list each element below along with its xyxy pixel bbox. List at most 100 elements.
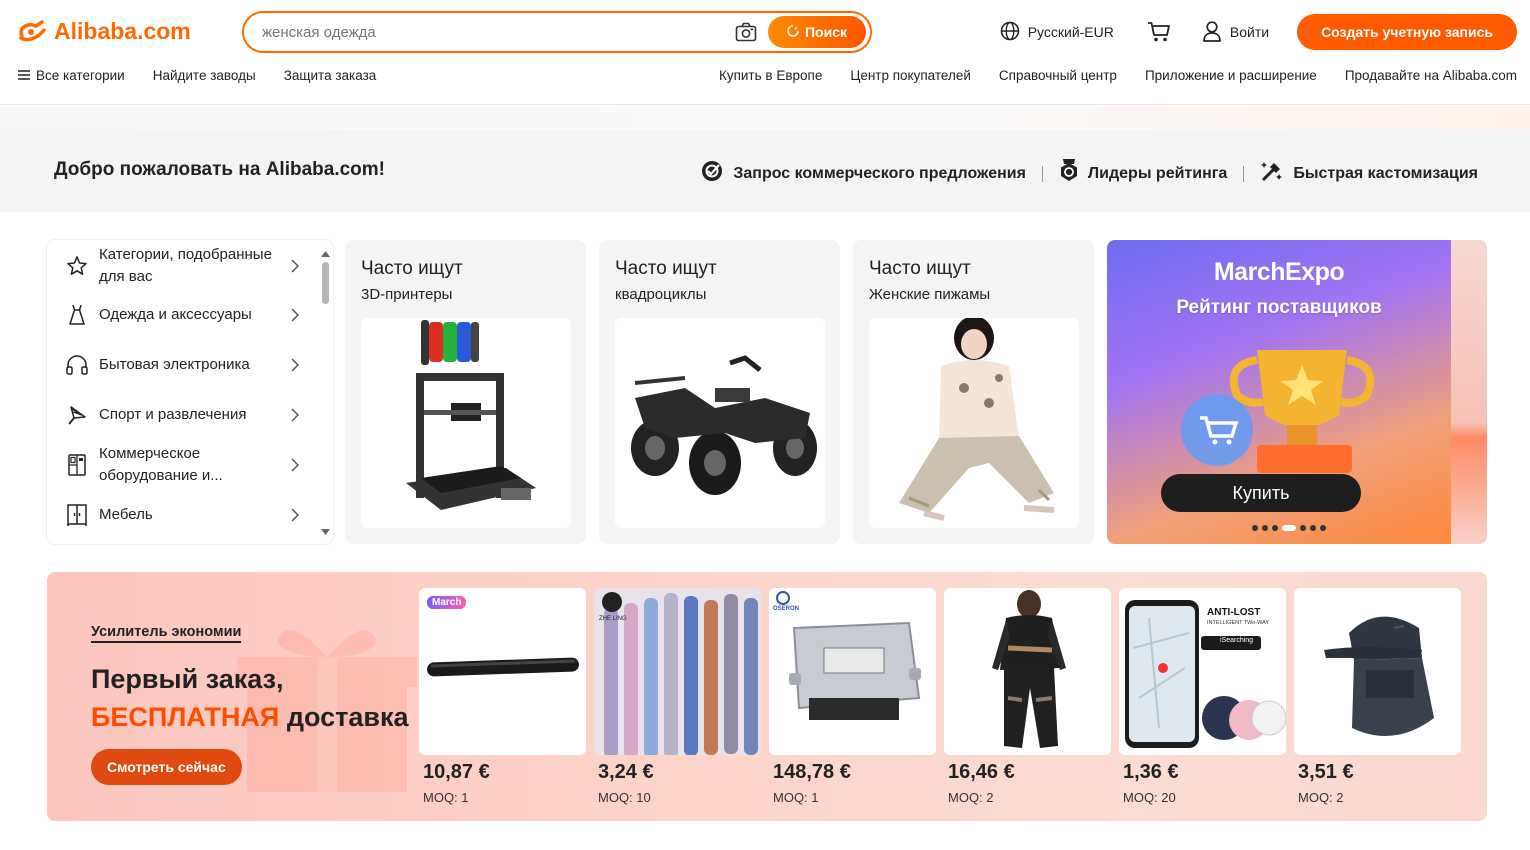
language-selector[interactable]: Русский-EUR bbox=[1000, 21, 1114, 44]
tracker-title: ANTI-LOST bbox=[1207, 607, 1261, 618]
order-protection-link[interactable]: Защита заказа bbox=[284, 68, 377, 83]
trending-subtitle: квадроциклы bbox=[615, 286, 707, 303]
trending-card-pajamas[interactable]: Часто ищут Женские пижамы bbox=[853, 240, 1094, 544]
carousel-dot[interactable] bbox=[1272, 525, 1278, 531]
header: Alibaba.com Поиск Русский-EUR Войти bbox=[0, 0, 1530, 105]
category-item-electronics[interactable]: Бытовая электроника bbox=[63, 343, 303, 387]
trending-subtitle: Женские пижамы bbox=[869, 286, 991, 303]
all-categories-link[interactable]: Все категории bbox=[18, 68, 125, 83]
trending-card-3d-printers[interactable]: Часто ищут 3D-принтеры bbox=[345, 240, 586, 544]
trending-title: Часто ищут bbox=[361, 258, 463, 279]
chevron-right-icon bbox=[287, 408, 303, 422]
product-moq: MOQ: 2 bbox=[1298, 790, 1344, 805]
rfq-link[interactable]: Запрос коммерческого предложения bbox=[700, 159, 1026, 188]
carousel-dot[interactable] bbox=[1320, 525, 1326, 531]
user-icon bbox=[1202, 20, 1222, 45]
deals-section: Усилитель экономии Первый заказ, БЕСПЛАТ… bbox=[47, 572, 1487, 821]
promo-banner[interactable]: MarchExpo Рейтинг поставщиков Купить bbox=[1107, 240, 1487, 544]
deal-product-card[interactable]: ZHE LING 3,24 € MOQ: 10 bbox=[594, 588, 761, 805]
product-price: 10,87 € bbox=[423, 761, 490, 783]
category-label: Бытовая электроника bbox=[99, 356, 250, 373]
dress-icon bbox=[63, 301, 91, 329]
search-button[interactable]: Поиск bbox=[768, 16, 866, 48]
product-image-beads: ZHE LING bbox=[594, 588, 761, 755]
product-image-tracksuit bbox=[944, 588, 1111, 755]
carousel-dots bbox=[1252, 525, 1326, 531]
carousel-dot[interactable] bbox=[1262, 525, 1268, 531]
deal-product-card[interactable]: OSERON 148,78 € MOQ: 1 bbox=[769, 588, 936, 805]
category-label: Мебель bbox=[99, 506, 153, 523]
separator bbox=[1041, 165, 1043, 182]
deals-headline: Первый заказ, БЕСПЛАТНАЯ доставка bbox=[91, 660, 409, 736]
carousel-dot[interactable] bbox=[1252, 525, 1258, 531]
banner-buy-button[interactable]: Купить bbox=[1161, 474, 1361, 512]
march-tag: March bbox=[427, 596, 467, 609]
product-image-tracker: ANTI-LOST INTELLIGENT TWo-WAY iSearching bbox=[1119, 588, 1286, 755]
customization-label: Быстрая кастомизация bbox=[1293, 164, 1478, 182]
category-item-sports[interactable]: Спорт и развлечения bbox=[63, 393, 303, 437]
trending-title: Часто ищут bbox=[615, 258, 717, 279]
scroll-thumb[interactable] bbox=[322, 262, 329, 304]
customization-link[interactable]: Быстрая кастомизация bbox=[1260, 159, 1478, 188]
carousel-dot[interactable] bbox=[1310, 525, 1316, 531]
tracker-subtitle: INTELLIGENT TWo-WAY bbox=[1207, 620, 1270, 626]
chevron-right-icon bbox=[287, 259, 303, 273]
welcome-fade bbox=[0, 106, 1530, 130]
product-image-sun-hat bbox=[1294, 588, 1461, 755]
category-item-apparel[interactable]: Одежда и аксессуары bbox=[63, 293, 303, 337]
deals-headline-accent: БЕСПЛАТНАЯ bbox=[91, 702, 280, 732]
category-item-recommended[interactable]: Категории, подобранные для вас bbox=[63, 244, 303, 288]
star-icon bbox=[63, 252, 91, 280]
product-moq: MOQ: 2 bbox=[948, 790, 994, 805]
product-price: 1,36 € bbox=[1123, 761, 1179, 783]
search-bar: Поиск bbox=[242, 11, 872, 53]
find-factories-link[interactable]: Найдите заводы bbox=[153, 68, 256, 83]
category-item-commercial[interactable]: Коммерческое оборудование и... bbox=[63, 443, 303, 487]
top-ranking-link[interactable]: Лидеры рейтинга bbox=[1059, 158, 1227, 189]
deal-product-card[interactable]: 3,51 € MOQ: 2 bbox=[1294, 588, 1461, 805]
category-label: Спорт и развлечения bbox=[99, 406, 247, 423]
buy-in-europe-link[interactable]: Купить в Европе bbox=[719, 68, 822, 83]
banner-next-slide-peek[interactable] bbox=[1451, 240, 1487, 544]
category-item-furniture[interactable]: Мебель bbox=[63, 493, 303, 537]
alibaba-logo[interactable]: Alibaba.com bbox=[16, 17, 191, 45]
separator bbox=[1243, 165, 1245, 182]
search-button-label: Поиск bbox=[804, 24, 847, 40]
deal-product-card[interactable]: March 10,87 € MOQ: 1 bbox=[419, 588, 586, 805]
login-link[interactable]: Войти bbox=[1202, 20, 1269, 45]
welcome-title: Добро пожаловать на Alibaba.com! bbox=[54, 159, 386, 180]
product-image-ecu: OSERON bbox=[769, 588, 936, 755]
app-extension-link[interactable]: Приложение и расширение bbox=[1145, 68, 1317, 83]
sparkle-icon bbox=[787, 24, 799, 40]
tracker-badge: iSearching bbox=[1220, 637, 1254, 644]
login-label: Войти bbox=[1229, 24, 1270, 40]
all-categories-label: Все категории bbox=[36, 68, 125, 83]
deal-product-card[interactable]: ANTI-LOST INTELLIGENT TWo-WAY iSearching… bbox=[1119, 588, 1286, 805]
carousel-dot[interactable] bbox=[1300, 525, 1306, 531]
camera-search-icon[interactable] bbox=[734, 20, 758, 44]
category-scrollbar[interactable] bbox=[319, 244, 331, 540]
deals-headline-rest: доставка bbox=[286, 702, 409, 732]
deal-product-card[interactable]: 16,46 € MOQ: 2 bbox=[944, 588, 1111, 805]
product-price: 148,78 € bbox=[773, 761, 851, 783]
deals-headline-line1: Первый заказ, bbox=[91, 664, 284, 694]
scroll-up-icon[interactable] bbox=[321, 244, 330, 262]
help-center-link[interactable]: Справочный центр bbox=[999, 68, 1117, 83]
chevron-right-icon bbox=[287, 308, 303, 322]
carousel-dot-active[interactable] bbox=[1282, 525, 1296, 531]
search-input[interactable] bbox=[262, 23, 734, 41]
signup-button[interactable]: Создать учетную запись bbox=[1297, 14, 1517, 50]
rfq-icon bbox=[700, 159, 724, 188]
3d-printer-image bbox=[361, 318, 571, 528]
header-actions: Русский-EUR Войти Создать учетную запись bbox=[1000, 14, 1517, 50]
category-sidebar: Категории, подобранные для вас Одежда и … bbox=[47, 240, 333, 544]
scroll-down-icon[interactable] bbox=[321, 522, 330, 540]
product-moq: MOQ: 20 bbox=[1123, 790, 1176, 805]
sell-on-alibaba-link[interactable]: Продавайте на Alibaba.com bbox=[1345, 68, 1517, 83]
view-now-button[interactable]: Смотреть сейчас bbox=[91, 749, 242, 785]
product-image-tube: March bbox=[419, 588, 586, 755]
buyer-center-link[interactable]: Центр покупателей bbox=[850, 68, 971, 83]
cart-icon[interactable] bbox=[1146, 19, 1172, 45]
atv-image bbox=[615, 318, 825, 528]
trending-card-atv[interactable]: Часто ищут квадроциклы bbox=[599, 240, 840, 544]
